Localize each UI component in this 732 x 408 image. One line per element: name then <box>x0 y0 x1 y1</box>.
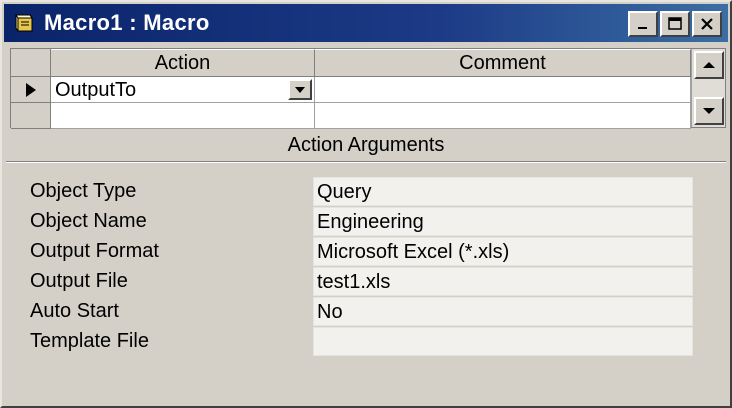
grid-header: Action Comment <box>11 49 691 77</box>
arg-label-output-file: Output File <box>30 270 128 292</box>
arg-value-output-file: test1.xls <box>317 271 391 293</box>
arg-label-output-format: Output Format <box>30 240 159 262</box>
minimize-icon <box>638 27 647 29</box>
arg-field-output-format[interactable]: Microsoft Excel (*.xls) <box>313 237 693 266</box>
scroll-down-button[interactable] <box>694 97 724 125</box>
scroll-up-button[interactable] <box>694 51 724 79</box>
title-bar[interactable]: Macro1 : Macro <box>4 4 728 42</box>
arg-label-template-file: Template File <box>30 330 149 352</box>
macro-grid: Action Comment OutputTo <box>10 48 726 129</box>
action-cell-value: OutputTo <box>55 79 137 101</box>
action-cell[interactable] <box>51 103 315 129</box>
section-divider <box>6 161 726 163</box>
row-selector[interactable] <box>11 103 51 129</box>
maximize-button[interactable] <box>660 11 690 37</box>
arg-field-object-type[interactable]: Query <box>313 177 693 206</box>
comment-cell[interactable] <box>315 77 691 103</box>
grid-row[interactable]: OutputTo <box>11 77 691 103</box>
close-button[interactable] <box>692 11 722 37</box>
arrow-down-icon <box>703 108 715 114</box>
maximize-icon <box>668 17 682 30</box>
column-header-action[interactable]: Action <box>51 49 315 77</box>
row-selector-header <box>11 49 51 77</box>
action-arguments-heading: Action Arguments <box>287 134 445 156</box>
comment-cell[interactable] <box>315 103 691 129</box>
chevron-down-icon <box>295 86 305 93</box>
arg-label-auto-start: Auto Start <box>30 300 119 322</box>
close-icon <box>701 18 713 30</box>
arg-field-template-file[interactable] <box>313 327 693 356</box>
column-header-comment[interactable]: Comment <box>315 49 691 77</box>
current-row-arrow-icon <box>25 82 36 97</box>
vertical-scrollbar[interactable] <box>691 49 725 127</box>
arg-label-object-name: Object Name <box>30 210 147 232</box>
arg-field-object-name[interactable]: Engineering <box>313 207 693 236</box>
macro-icon <box>12 12 34 34</box>
minimize-button[interactable] <box>628 11 658 37</box>
arg-value-output-format: Microsoft Excel (*.xls) <box>317 241 510 263</box>
action-dropdown-button[interactable] <box>288 79 312 100</box>
action-cell[interactable]: OutputTo <box>51 77 315 103</box>
arg-value-object-name: Engineering <box>317 211 424 233</box>
arrow-up-icon <box>703 62 715 68</box>
grid-row[interactable] <box>11 103 691 129</box>
arg-field-auto-start[interactable]: No <box>313 297 693 326</box>
row-selector[interactable] <box>11 77 51 103</box>
window-title: Macro1 : Macro <box>44 10 210 35</box>
arg-field-output-file[interactable]: test1.xls <box>313 267 693 296</box>
arg-value-auto-start: No <box>317 301 343 323</box>
macro-window: Macro1 : Macro Action Comment OutputTo A… <box>0 0 732 408</box>
arg-label-object-type: Object Type <box>30 180 137 202</box>
arg-value-object-type: Query <box>317 181 372 203</box>
